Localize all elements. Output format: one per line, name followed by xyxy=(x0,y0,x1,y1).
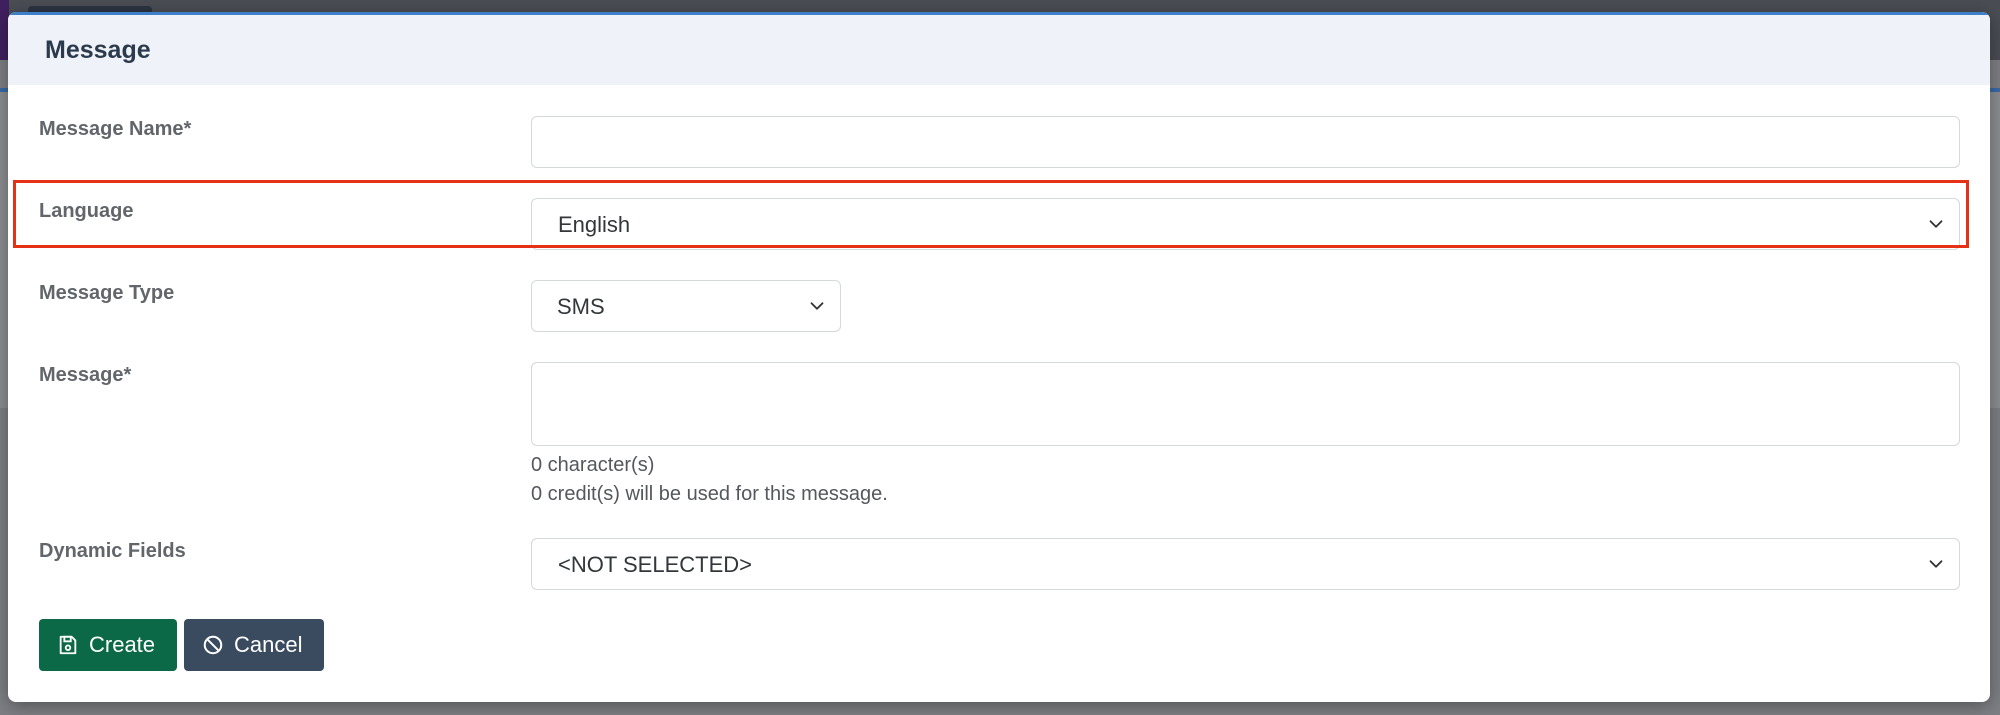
message-name-label: Message Name* xyxy=(39,118,192,140)
message-modal: Message Message Name* Language English M… xyxy=(8,12,1990,702)
create-button[interactable]: Create xyxy=(39,619,177,671)
save-icon xyxy=(59,635,77,655)
dynamic-fields-label: Dynamic Fields xyxy=(39,540,186,562)
modal-title: Message xyxy=(45,35,151,64)
message-type-selected-value: SMS xyxy=(557,294,605,319)
chevron-down-icon xyxy=(1929,560,1943,568)
create-button-label: Create xyxy=(89,632,156,657)
dynamic-fields-select[interactable]: <NOT SELECTED> xyxy=(531,538,1960,590)
message-textarea[interactable] xyxy=(531,362,1960,446)
cancel-button[interactable]: Cancel xyxy=(184,619,324,671)
character-count: 0 character(s) xyxy=(531,454,655,476)
chevron-down-icon xyxy=(810,302,824,310)
message-label: Message* xyxy=(39,364,132,386)
modal-header: Message xyxy=(8,12,1990,85)
dynamic-fields-selected-value: <NOT SELECTED> xyxy=(558,552,752,577)
credit-info: 0 credit(s) will be used for this messag… xyxy=(531,483,888,505)
message-type-select[interactable]: SMS xyxy=(531,280,841,332)
language-row-highlight xyxy=(13,180,1969,248)
message-name-input[interactable] xyxy=(531,116,1960,168)
message-type-label: Message Type xyxy=(39,282,175,304)
ban-icon xyxy=(203,635,223,655)
cancel-button-label: Cancel xyxy=(234,632,303,657)
